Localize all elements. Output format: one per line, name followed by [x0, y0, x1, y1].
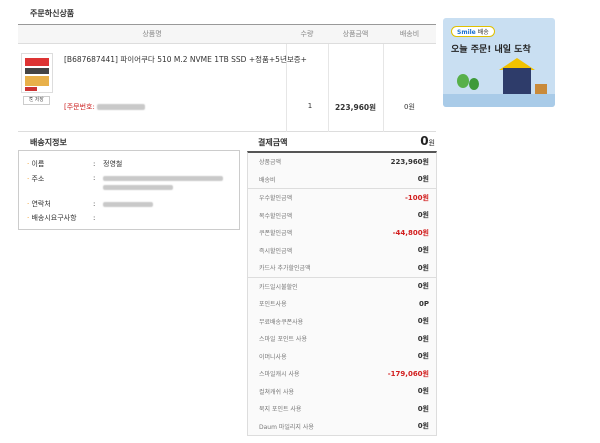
- order-row: ⎘ 저장 [B687687441] 파이어쿠다 510 M.2 NVME 1TB…: [18, 44, 436, 132]
- shipping-label: 배송시요구사항: [27, 213, 93, 223]
- house-icon: [503, 68, 531, 94]
- payment-value: 0원: [417, 352, 429, 361]
- payment-row: 카드사 추가할인금액 0원: [248, 259, 436, 277]
- payment-row: 쿠폰할인금액 -44,800원: [248, 224, 436, 242]
- header-shipping: 배송비: [399, 30, 420, 38]
- payment-value: 0원: [417, 334, 429, 343]
- payment-row: 복수할인금액 0원: [248, 207, 436, 225]
- payment-row: 상품금액 223,960원: [248, 153, 436, 171]
- shipping-value: 정영철: [103, 159, 123, 168]
- payment-value: -179,060원: [387, 369, 429, 378]
- payment-total: 0원: [380, 134, 435, 148]
- payment-row: Daum 마일리지 사용 0원: [248, 418, 436, 436]
- payment-row: 스마일캐시 사용 -179,060원: [248, 365, 436, 383]
- shipping-address-redacted: [103, 174, 223, 190]
- payment-value: 0원: [417, 422, 429, 431]
- payment-row: 즉시할인금액 0원: [248, 242, 436, 260]
- order-number-label: [주문번호:: [64, 103, 95, 111]
- tree-icon: [469, 78, 479, 90]
- tree-icon: [457, 74, 469, 88]
- payment-row: 스마일 포인트 사용 0원: [248, 330, 436, 348]
- order-number: [주문번호:: [64, 102, 146, 112]
- payment-label: 컬쳐캐쉬 사용: [259, 388, 295, 396]
- save-icon: ⎘: [29, 97, 34, 103]
- payment-label: 카드일시불할인: [259, 283, 298, 291]
- ordered-products-title: 주문하신상품: [30, 9, 75, 18]
- badge-text: 배송: [477, 29, 489, 36]
- header-product-name: 상품명: [142, 30, 162, 38]
- product-name-link[interactable]: [B687687441] 파이어쿠다 510 M.2 NVME 1TB SSD …: [64, 54, 307, 65]
- shipping-label: 이름: [27, 159, 93, 169]
- payment-row: 북지 포인트 사용 0원: [248, 400, 436, 418]
- payment-breakdown: 상품금액 223,960원 배송비 0원 우수할인금액 -100원 복수할인금액 0원 …: [247, 151, 437, 436]
- payment-row: 컬쳐캐쉬 사용 0원: [248, 383, 436, 401]
- payment-label: 스마일캐시 사용: [259, 371, 300, 379]
- order-table-header: 상품명 수량 상품금액 배송비: [18, 25, 436, 44]
- order-number-redacted: [97, 104, 146, 110]
- payment-label: 상품금액: [259, 159, 282, 167]
- shipping-row-address: 주소 :: [27, 171, 231, 198]
- order-qty: 1: [307, 102, 313, 110]
- payment-label: 이머니사용: [259, 353, 287, 361]
- payment-label: 포인트사용: [259, 301, 287, 309]
- save-button[interactable]: ⎘ 저장: [23, 96, 50, 105]
- payment-value: 0원: [417, 175, 429, 184]
- payment-group: 우수할인금액 -100원 복수할인금액 0원 쿠폰할인금액 -44,800원 즉시할인…: [248, 189, 436, 278]
- payment-row: 카드일시불할인 0원: [248, 278, 436, 296]
- payment-row: 무료배송쿠폰사용 0원: [248, 313, 436, 331]
- save-label: 저장: [34, 97, 44, 103]
- payment-row: 이머니사용 0원: [248, 348, 436, 366]
- smile-delivery-badge: Smile 배송: [451, 26, 495, 37]
- shipping-info-box: 이름 : 정영철 주소 : 연락처 : 배송시요구사항 :: [18, 150, 240, 230]
- payment-value: -44,800원: [392, 228, 429, 237]
- payment-row: 우수할인금액 -100원: [248, 189, 436, 207]
- payment-title: 결제금액: [258, 138, 288, 147]
- shipping-label: 주소: [27, 174, 93, 184]
- payment-value: 0원: [417, 317, 429, 326]
- header-amount: 상품금액: [342, 30, 369, 38]
- payment-label: Daum 마일리지 사용: [259, 423, 314, 431]
- payment-value: 0P: [418, 299, 429, 308]
- order-shipping-fee: 0원: [404, 103, 415, 111]
- payment-value: 0원: [417, 387, 429, 396]
- payment-value: -100원: [405, 193, 429, 202]
- payment-value: 0원: [417, 404, 429, 413]
- payment-value: 0원: [417, 211, 429, 220]
- shipping-label: 연락처: [27, 199, 93, 209]
- payment-total-value: 0: [420, 134, 429, 148]
- payment-row: 포인트사용 0P: [248, 295, 436, 313]
- header-qty: 수량: [300, 30, 314, 38]
- payment-value: 223,960원: [390, 157, 429, 166]
- order-amount: 223,960원: [334, 103, 377, 112]
- order-table: 상품명 수량 상품금액 배송비 ⎘ 저장 [B687687441] 파이어쿠다 …: [18, 24, 436, 132]
- shipping-row-phone: 연락처 :: [27, 198, 231, 212]
- package-icon: [535, 84, 547, 94]
- payment-group: 상품금액 223,960원 배송비 0원: [248, 153, 436, 189]
- shipping-row-name: 이름 : 정영철: [27, 157, 231, 171]
- payment-label: 쿠폰할인금액: [259, 230, 293, 238]
- payment-label: 복수할인금액: [259, 212, 293, 220]
- payment-label: 배송비: [259, 176, 276, 184]
- shipping-row-request: 배송시요구사항 :: [27, 211, 231, 225]
- payment-group: 카드일시불할인 0원 포인트사용 0P 무료배송쿠폰사용 0원 스마일 포인트 사용 0…: [248, 278, 436, 436]
- smile-delivery-banner[interactable]: Smile 배송 오늘 주문! 내일 도착: [443, 18, 555, 107]
- payment-label: 북지 포인트 사용: [259, 406, 302, 414]
- payment-label: 즉시할인금액: [259, 247, 293, 255]
- badge-brand: Smile: [457, 29, 476, 36]
- payment-label: 스마일 포인트 사용: [259, 336, 307, 344]
- payment-total-unit: 원: [428, 139, 435, 147]
- payment-label: 우수할인금액: [259, 195, 293, 203]
- payment-row: 배송비 0원: [248, 171, 436, 189]
- shipping-info-title: 배송지정보: [30, 138, 67, 147]
- payment-value: 0원: [417, 282, 429, 291]
- banner-ground: [443, 94, 555, 107]
- product-thumbnail[interactable]: [21, 53, 53, 93]
- shipping-phone-redacted: [103, 201, 153, 207]
- payment-label: 카드사 추가할인금액: [259, 265, 311, 273]
- payment-value: 0원: [417, 263, 429, 272]
- payment-label: 무료배송쿠폰사용: [259, 318, 304, 326]
- payment-value: 0원: [417, 246, 429, 255]
- banner-headline: 오늘 주문! 내일 도착: [451, 45, 531, 55]
